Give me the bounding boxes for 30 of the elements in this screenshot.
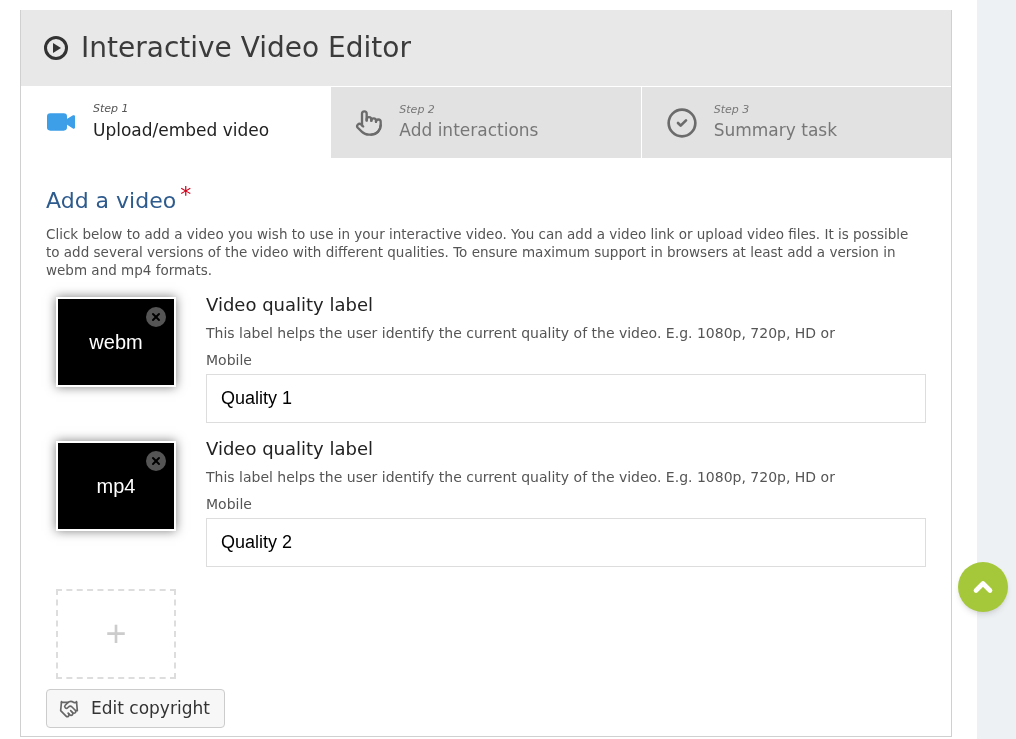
play-circle-icon: [43, 35, 69, 61]
step-tab[interactable]: Step 3 Summary task: [640, 86, 951, 158]
step-number: Step 1: [93, 101, 130, 117]
field-label: Video quality label: [206, 437, 374, 461]
step-label: Upload/embed video: [93, 118, 270, 142]
remove-icon[interactable]: [146, 307, 166, 327]
tap-hand-icon: [355, 108, 384, 137]
video-thumbnail[interactable]: mp4: [56, 441, 176, 531]
field-label: Video quality label: [206, 293, 374, 317]
step-label: Summary task: [713, 119, 837, 142]
scroll-top-button[interactable]: [958, 562, 1008, 612]
video-format: webm: [89, 330, 143, 355]
video-format: mp4: [96, 474, 136, 499]
step-tab[interactable]: Step 2 Add interactions: [330, 86, 641, 158]
handshake-icon: [59, 698, 79, 719]
step-number: Step 2: [399, 101, 436, 118]
editor-title: Interactive Video Editor: [81, 30, 411, 66]
quality-input[interactable]: Quality 1: [206, 374, 926, 423]
field-help: This label helps the user identify the current quality of the video. E.g. 1080p, 720p, HD or Mobile: [206, 468, 836, 514]
remove-icon[interactable]: [146, 451, 166, 471]
video-thumbnail[interactable]: webm: [56, 297, 176, 387]
required-mark: *: [180, 184, 192, 206]
field-help: This label helps the user identify the current quality of the video. E.g. 1080p, 720p, HD or Mobile: [206, 324, 836, 370]
section-title: Add a video: [46, 187, 177, 215]
quality-input[interactable]: Quality 2: [206, 518, 926, 567]
check-circle-icon: [665, 106, 698, 139]
section-description: Click below to add a video you wish to use in your interactive video. You can add a video link or upload video files. It is possible to add several versions of the video with different qualities. To ensure maximum support in browsers at least add a version in webm and mp4 formats.: [46, 225, 910, 279]
step-label: Add interactions: [399, 119, 539, 142]
step-number: Step 3: [713, 101, 751, 118]
edit-copyright-button[interactable]: Edit copyright: [46, 689, 225, 728]
